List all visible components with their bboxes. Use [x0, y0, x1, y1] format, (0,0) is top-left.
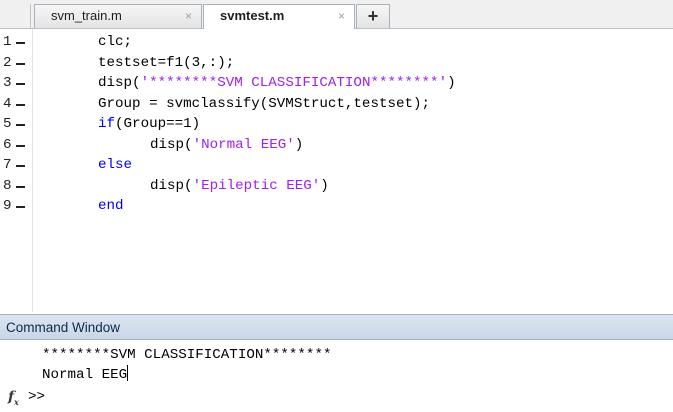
code-text: if(Group==1): [98, 114, 200, 134]
line-number: 7: [3, 157, 12, 173]
code-token: clc;: [98, 34, 133, 50]
breakpoint-dash-icon[interactable]: [16, 83, 25, 85]
code-token: disp(: [150, 177, 193, 194]
code-line[interactable]: 9 end: [0, 196, 673, 216]
code-line[interactable]: 3 disp('********SVM CLASSIFICATION*******…: [0, 73, 673, 93]
code-editor[interactable]: 1 clc; 2 testset=f1(3,:); 3 disp('********SVM…: [0, 29, 673, 312]
command-output-line: ********SVM CLASSIFICATION********: [42, 347, 332, 363]
code-line[interactable]: 5 if(Group==1): [0, 114, 673, 134]
tab-svm-train[interactable]: svm_train.m ×: [34, 4, 202, 28]
command-window[interactable]: ********SVM CLASSIFICATION******** Norma…: [0, 341, 673, 412]
new-tab-plus-icon[interactable]: +: [356, 4, 390, 28]
code-token: testset=f1(3,:);: [98, 54, 235, 71]
breakpoint-dash-icon[interactable]: [16, 124, 25, 126]
fx-icon[interactable]: fx: [8, 389, 19, 407]
close-tab-icon[interactable]: ×: [185, 5, 192, 27]
breakpoint-dash-icon[interactable]: [16, 42, 25, 44]
command-output-line: Normal EEG: [42, 365, 129, 383]
tab-label: svmtest.m: [220, 8, 285, 23]
command-window-header: Command Window: [0, 314, 673, 340]
keyword-token: end: [98, 198, 124, 214]
code-token: Group = svmclassify(SVMStruct,testset);: [98, 95, 431, 112]
keyword-token: else: [98, 157, 133, 173]
code-line[interactable]: 4 Group = svmclassify(SVMStruct,testset);: [0, 94, 673, 114]
line-number: 5: [3, 116, 12, 132]
code-line[interactable]: 1 clc;: [0, 32, 673, 52]
breakpoint-dash-icon[interactable]: [16, 62, 25, 65]
code-token: disp(: [98, 75, 141, 91]
breakpoint-dash-icon[interactable]: [16, 144, 25, 147]
code-line[interactable]: 2 testset=f1(3,:);: [0, 53, 673, 73]
code-text: Group = svmclassify(SVMStruct,testset);: [98, 94, 430, 114]
code-token: disp(: [150, 136, 193, 153]
code-line[interactable]: 7 else: [0, 155, 673, 175]
line-number: 8: [3, 177, 12, 194]
line-number: 4: [3, 95, 12, 112]
editor-tab-bar: svm_train.m × svmtest.m × +: [0, 0, 673, 29]
close-tab-icon[interactable]: ×: [338, 5, 345, 27]
string-token: 'Normal EEG': [192, 136, 295, 153]
breakpoint-dash-icon[interactable]: [16, 103, 25, 106]
line-number: 9: [3, 198, 12, 214]
line-number: 2: [3, 54, 12, 71]
code-text: end: [98, 196, 124, 216]
code-text: disp('********SVM CLASSIFICATION********…: [98, 73, 456, 93]
code-token: ): [294, 136, 304, 153]
breakpoint-dash-icon[interactable]: [16, 165, 25, 167]
string-token: '********SVM CLASSIFICATION********': [140, 75, 448, 91]
code-text: testset=f1(3,:);: [98, 53, 234, 73]
line-number: 6: [3, 136, 12, 153]
tab-label: svm_train.m: [51, 8, 122, 23]
keyword-token: if: [98, 116, 116, 132]
line-number: 3: [3, 75, 12, 91]
code-text: clc;: [98, 32, 132, 52]
code-line[interactable]: 6 disp('Normal EEG'): [0, 135, 673, 155]
code-token: ): [447, 75, 456, 91]
code-text: disp('Normal EEG'): [150, 135, 303, 155]
breakpoint-dash-icon[interactable]: [16, 206, 25, 208]
command-prompt[interactable]: >>: [28, 387, 45, 407]
code-text: disp('Epileptic EEG'): [150, 176, 329, 196]
text-caret: [127, 365, 129, 381]
breakpoint-dash-icon[interactable]: [16, 185, 25, 188]
code-token: ): [320, 177, 329, 194]
tab-svmtest[interactable]: svmtest.m ×: [203, 4, 355, 29]
tab-bar-gutter: [0, 4, 31, 28]
line-number: 1: [3, 34, 12, 50]
code-line[interactable]: 8 disp('Epileptic EEG'): [0, 176, 673, 196]
code-token: (Group==1): [115, 116, 201, 132]
code-text: else: [98, 155, 132, 175]
string-token: 'Epileptic EEG': [192, 177, 321, 194]
